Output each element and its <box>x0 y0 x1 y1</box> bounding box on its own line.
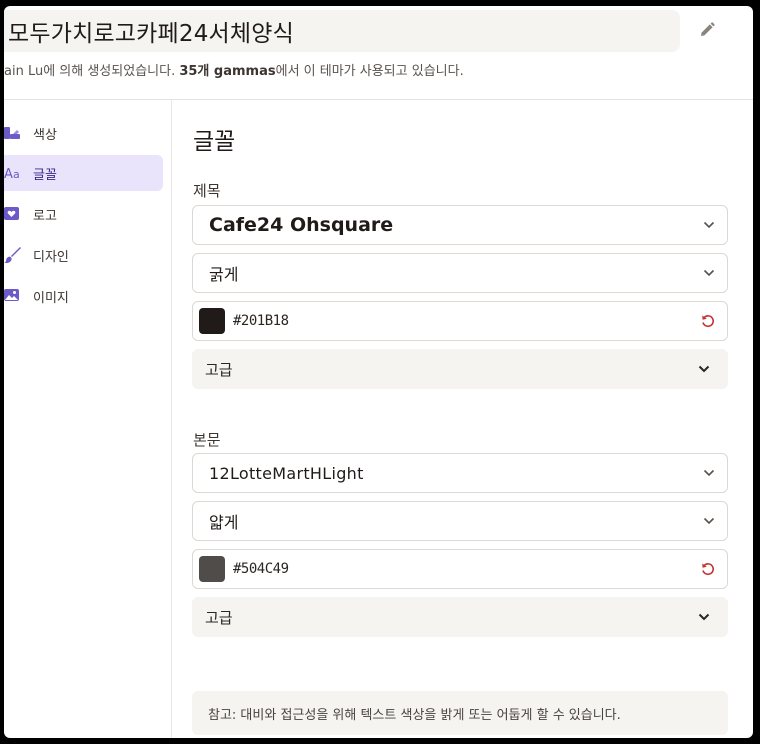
theme-title-field[interactable]: 모두가치로고카페24서체양식 <box>4 10 680 52</box>
title-color-hex[interactable]: #201B18 <box>233 313 689 329</box>
reset-icon[interactable] <box>689 313 727 329</box>
meta-author: ain Lu에 의해 생성되었습니다. <box>4 64 180 79</box>
sidebar-item-label: 이미지 <box>33 290 69 306</box>
heart-icon <box>4 204 28 224</box>
sidebar-item-images[interactable]: 이미지 <box>4 278 163 314</box>
sidebar-item-label: 색상 <box>33 127 57 143</box>
reset-icon[interactable] <box>689 561 727 577</box>
title-weight-select[interactable]: 굵게 <box>192 253 728 293</box>
title-font-value: Cafe24 Ohsquare <box>209 214 394 236</box>
font-icon: A a <box>4 163 28 183</box>
chevron-down-icon <box>680 365 728 373</box>
sidebar-item-label: 로고 <box>33 208 57 224</box>
chevron-down-icon <box>691 517 727 525</box>
sidebar-item-design[interactable]: 디자인 <box>4 237 163 273</box>
title-color-swatch[interactable] <box>199 308 225 334</box>
image-icon <box>4 286 28 306</box>
note-text: 참고: 대비와 접근성을 위해 텍스트 색상을 밝게 또는 어둡게 할 수 있습… <box>208 707 621 723</box>
title-section-label: 제목 <box>193 182 221 200</box>
sidebar-item-colors[interactable]: 색상 <box>4 115 163 151</box>
sidebar-item-label: 글꼴 <box>33 167 57 183</box>
svg-text:a: a <box>13 168 20 181</box>
body-color-field[interactable]: #504C49 <box>192 549 728 589</box>
meta-usage-count[interactable]: 35개 gammas <box>179 64 275 79</box>
body-font-select[interactable]: 12LotteMartHLight <box>192 453 728 493</box>
sidebar-item-logo[interactable]: 로고 <box>4 196 163 232</box>
body-advanced-toggle[interactable]: 고급 <box>192 597 728 637</box>
theme-title: 모두가치로고카페24서체양식 <box>8 21 294 47</box>
title-font-select[interactable]: Cafe24 Ohsquare <box>192 205 728 245</box>
chevron-down-icon <box>680 613 728 621</box>
svg-text:A: A <box>4 167 13 181</box>
palette-icon <box>4 123 28 143</box>
page-title: 글꼴 <box>193 129 236 155</box>
chevron-down-icon <box>691 221 727 229</box>
chevron-down-icon <box>691 469 727 477</box>
advanced-label: 고급 <box>205 360 233 379</box>
body-color-hex[interactable]: #504C49 <box>233 561 689 577</box>
body-color-swatch[interactable] <box>199 556 225 582</box>
advanced-label: 고급 <box>205 608 233 627</box>
theme-meta: ain Lu에 의해 생성되었습니다. 35개 gammas에서 이 테마가 사… <box>4 60 464 79</box>
sidebar: 색상 A a 글꼴 로고 디자인 이미지 <box>4 100 172 738</box>
window-frame: 모두가치로고카페24서체양식 ain Lu에 의해 생성되었습니다. 35개 g… <box>0 0 760 744</box>
title-advanced-toggle[interactable]: 고급 <box>192 349 728 389</box>
sidebar-item-label: 디자인 <box>33 249 69 265</box>
sidebar-item-fonts[interactable]: A a 글꼴 <box>4 155 163 191</box>
body-weight-value: 얇게 <box>209 513 239 532</box>
body-font-value: 12LotteMartHLight <box>209 463 364 483</box>
contrast-note: 참고: 대비와 접근성을 위해 텍스트 색상을 밝게 또는 어둡게 할 수 있습… <box>192 691 728 735</box>
title-color-field[interactable]: #201B18 <box>192 301 728 341</box>
title-weight-value: 굵게 <box>209 265 239 284</box>
brush-icon <box>4 245 28 265</box>
body-section-label: 본문 <box>193 431 221 449</box>
body-weight-select[interactable]: 얇게 <box>192 501 728 541</box>
pencil-icon[interactable] <box>696 19 718 41</box>
theme-editor-panel: 모두가치로고카페24서체양식 ain Lu에 의해 생성되었습니다. 35개 g… <box>4 6 753 738</box>
chevron-down-icon <box>691 269 727 277</box>
meta-suffix: 에서 이 테마가 사용되고 있습니다. <box>275 64 464 79</box>
